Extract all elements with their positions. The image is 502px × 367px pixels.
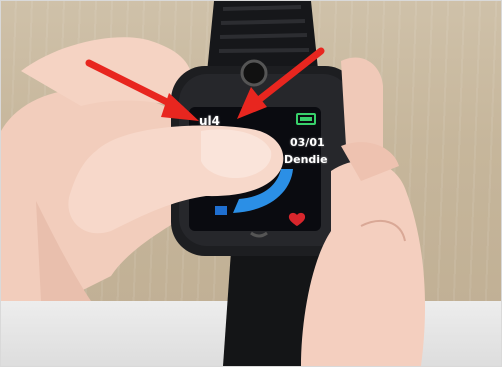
photo-frame: ul4 03/01 Dendie: [0, 0, 502, 367]
weekday-label: Dendie: [284, 153, 328, 166]
camera-lens: [240, 59, 268, 87]
signal-indicator: ul4: [199, 114, 221, 128]
date-label: 03/01: [290, 136, 325, 149]
scene-illustration: [1, 1, 426, 366]
